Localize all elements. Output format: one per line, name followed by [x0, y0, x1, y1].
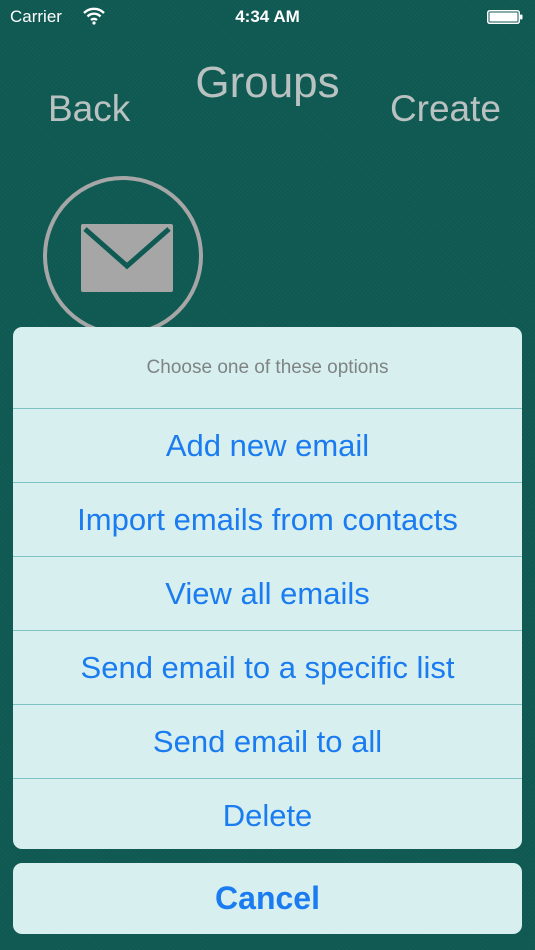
status-bar: Carrier 4:34 AM	[0, 0, 535, 34]
envelope-icon	[81, 224, 173, 292]
cancel-button[interactable]: Cancel	[13, 863, 522, 934]
send-to-all-option[interactable]: Send email to all	[13, 705, 522, 779]
action-sheet: Choose one of these options Add new emai…	[13, 327, 522, 849]
delete-option[interactable]: Delete	[13, 779, 522, 849]
add-new-email-option[interactable]: Add new email	[13, 409, 522, 483]
send-to-list-option[interactable]: Send email to a specific list	[13, 631, 522, 705]
group-email-button[interactable]	[43, 176, 203, 336]
import-emails-option[interactable]: Import emails from contacts	[13, 483, 522, 557]
status-time: 4:34 AM	[235, 7, 300, 26]
battery-icon	[487, 10, 523, 24]
view-all-emails-option[interactable]: View all emails	[13, 557, 522, 631]
action-sheet-header: Choose one of these options	[13, 327, 522, 409]
create-button[interactable]: Create	[390, 88, 501, 130]
